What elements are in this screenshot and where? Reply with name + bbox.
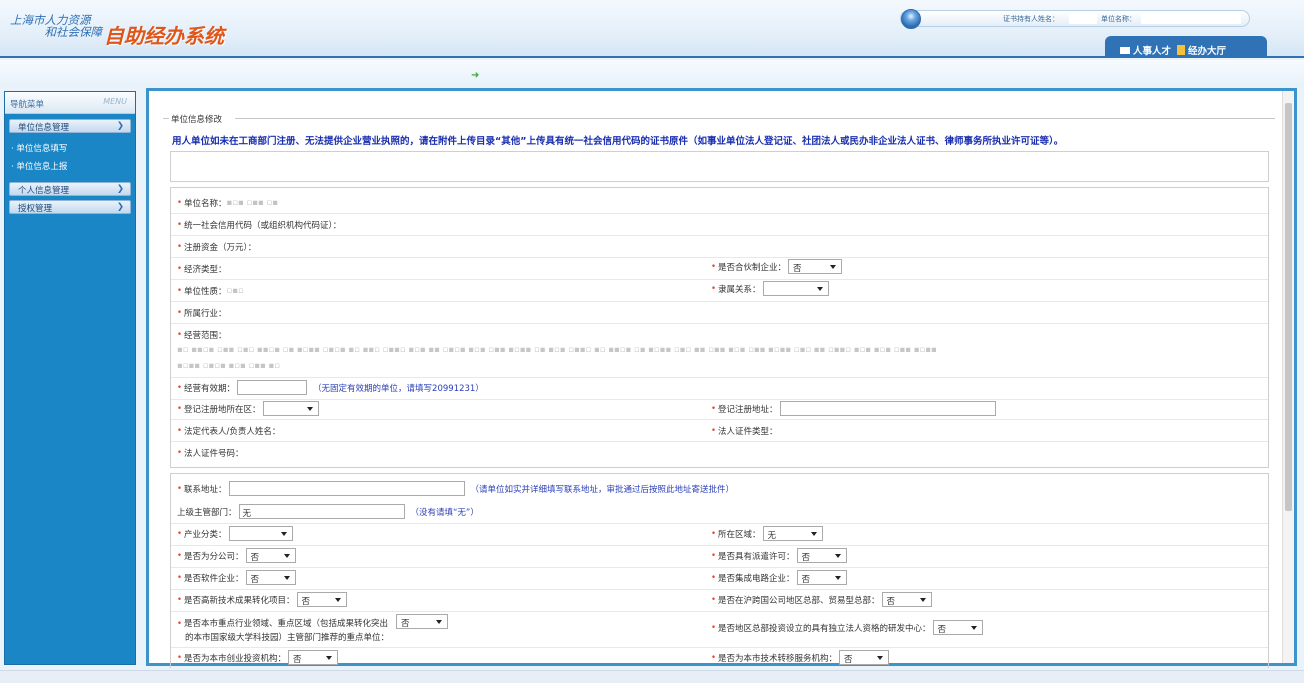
contact-addr-row: • 联系地址： （请单位如实并详细填写联系地址，审批通过后按照此地址寄送批件） <box>177 481 734 496</box>
hightech-select[interactable]: 否 <box>296 592 347 607</box>
key-unit-select[interactable]: 否 <box>396 614 449 629</box>
rnd-row: • 是否地区总部投资设立的具有独立法人资格的研发中心：否 <box>711 620 983 635</box>
unit-name-label: 单位名称： <box>1101 15 1136 23</box>
tech-transfer-select[interactable]: 否 <box>839 650 890 665</box>
credit-code-row: • 统一社会信用代码（或组织机构代码证）： <box>177 220 342 231</box>
key-unit-row: • 是否本市重点行业领域、重点区域（包括成果转化突出否 的本市国家级大学科技园）主… <box>177 614 449 645</box>
sidebar: 导航菜单 MENU 单位信息管理 ❯ · 单位信息填写 · 单位信息上报 个人信… <box>4 91 136 665</box>
validity-row: • 经营有效期： （无固定有效期的单位，请填写20991231） <box>177 380 484 395</box>
affiliation-row: • 隶属关系： <box>711 281 829 296</box>
reg-district-select[interactable] <box>262 401 319 416</box>
biz-scope-row: • 经营范围： <box>177 330 227 341</box>
logo-line2: 和社会保障 <box>44 25 103 39</box>
collapse-arrow-icon[interactable]: ➜ <box>471 70 479 81</box>
sidebar-submenu: · 单位信息填写 · 单位信息上报 <box>9 137 131 182</box>
unit-nature-row: • 单位性质： ▫▪▫ <box>177 286 244 297</box>
sidebar-header: 导航菜单 MENU <box>5 92 135 114</box>
hq-select[interactable]: 否 <box>881 592 932 607</box>
region-select[interactable]: 无 <box>762 526 823 541</box>
ic-select[interactable]: 否 <box>796 570 847 585</box>
sidebar-item-authorization[interactable]: 授权管理 ❯ <box>9 200 131 214</box>
toolbar-strip: ➜ <box>0 60 1304 86</box>
dispatch-select[interactable]: 否 <box>796 548 847 563</box>
reg-district-row: • 登记注册地所在区： <box>177 401 319 416</box>
sidebar-subitem-fill[interactable]: · 单位信息填写 <box>11 142 131 154</box>
chevron-right-icon: ❯ <box>116 202 124 212</box>
main-content: 单位信息修改 用人单位如未在工商部门注册、无法提供企业营业执照的，请在附件上传目… <box>146 88 1297 668</box>
contact-addr-input[interactable] <box>228 481 465 496</box>
dispatch-row: • 是否具有派遣许可：否 <box>711 548 847 563</box>
holder-name-label: 证书持有人姓名： <box>1003 15 1059 23</box>
software-row: • 是否软件企业：否 <box>177 570 296 585</box>
partnership-select[interactable]: 否 <box>788 259 843 274</box>
affiliation-select[interactable] <box>762 281 829 296</box>
user-info-bar: 证书持有人姓名： 单位名称： <box>900 9 1250 29</box>
biz-scope-value: ▪▫ ▪▪▫▪ ▫▪▪ ▫▪▫ ▪▪▫▪ ▫▪ ▪▫▪▪ ▫▪▫▪ ▪▫ ▪▪▫… <box>177 345 937 355</box>
chevron-right-icon: ❯ <box>116 184 124 194</box>
region-row: • 所在区域：无 <box>711 526 823 541</box>
sidebar-title: 导航菜单 <box>10 100 45 110</box>
industry-cat-select[interactable] <box>228 526 293 541</box>
legal-id-no-row: • 法人证件号码： <box>177 448 244 459</box>
superior-row: 上级主管部门：无（没有请填“无”） <box>177 504 479 519</box>
hq-row: • 是否在沪跨国公司地区总部、贸易型总部：否 <box>711 592 932 607</box>
unit-name-value <box>1141 14 1241 24</box>
reg-address-row: • 登记注册地址： <box>711 401 996 416</box>
econ-type-row: • 经济类型： <box>177 264 227 275</box>
basic-info-section: • 单位名称： ▪▫▪ ▫▪▪ ▫▪ • 统一社会信用代码（或组织机构代码证）： • 注… <box>170 187 1269 468</box>
legal-id-type-row: • 法人证件类型： <box>711 426 778 437</box>
notice-text: 用人单位如未在工商部门注册、无法提供企业营业执照的，请在附件上传目录“其他”上传… <box>172 136 1064 147</box>
top-tabs: 人事人才 经办大厅 <box>1120 43 1226 57</box>
user-avatar-icon <box>901 9 921 29</box>
branch-row: • 是否为分公司：否 <box>177 548 296 563</box>
sidebar-subitem-report[interactable]: · 单位信息上报 <box>11 160 131 172</box>
industry-cat-row: • 产业分类： <box>177 526 293 541</box>
sidebar-item-personal-info[interactable]: 个人信息管理 ❯ <box>9 182 131 196</box>
sidebar-title-en: MENU <box>103 97 127 106</box>
app-title: 自助经办系统 <box>104 24 224 48</box>
status-bar <box>0 670 1304 683</box>
reg-address-input[interactable] <box>779 401 996 416</box>
rnd-select[interactable]: 否 <box>932 620 983 635</box>
chevron-right-icon: ❯ <box>116 121 124 131</box>
venture-row: • 是否为本市创业投资机构：否 <box>177 650 339 665</box>
branch-select[interactable]: 否 <box>245 548 296 563</box>
partnership-row: • 是否合伙制企业：否 <box>711 259 843 274</box>
holder-name-value <box>1069 14 1097 24</box>
sidebar-item-unit-info[interactable]: 单位信息管理 ❯ <box>9 119 131 133</box>
validity-input[interactable] <box>237 380 308 395</box>
hall-icon <box>1177 45 1186 55</box>
industry-row: • 所属行业： <box>177 308 227 319</box>
tab-hr-talent[interactable]: 人事人才 <box>1120 43 1171 57</box>
fieldset-title: 单位信息修改 <box>171 115 223 125</box>
superior-input[interactable]: 无 <box>238 504 405 519</box>
card-icon <box>1120 46 1130 54</box>
scrollbar-thumb[interactable] <box>1285 103 1292 511</box>
ic-row: • 是否集成电路企业：否 <box>711 570 847 585</box>
app-header: 上海市人力资源 和社会保障 自助经办系统 证书持有人姓名： 单位名称： 人事人才… <box>0 0 1304 58</box>
hightech-row: • 是否高新技术成果转化项目：否 <box>177 592 347 607</box>
sidebar-menu: 单位信息管理 ❯ · 单位信息填写 · 单位信息上报 个人信息管理 ❯ 授权管理… <box>9 119 131 214</box>
software-select[interactable]: 否 <box>245 570 296 585</box>
unit-name-row: • 单位名称： ▪▫▪ ▫▪▪ ▫▪ <box>177 198 279 209</box>
tech-transfer-row: • 是否为本市技术转移服务机构：否 <box>711 650 890 665</box>
info-box <box>170 151 1269 182</box>
vertical-scrollbar[interactable] <box>1282 91 1294 663</box>
contact-info-section: • 联系地址： （请单位如实并详细填写联系地址，审批通过后按照此地址寄送批件） 上级… <box>170 473 1269 668</box>
venture-select[interactable]: 否 <box>288 650 339 665</box>
legal-rep-row: • 法定代表人/负责人姓名： <box>177 426 281 437</box>
tab-service-hall[interactable]: 经办大厅 <box>1177 43 1226 57</box>
reg-capital-row: • 注册资金（万元）： <box>177 242 257 253</box>
